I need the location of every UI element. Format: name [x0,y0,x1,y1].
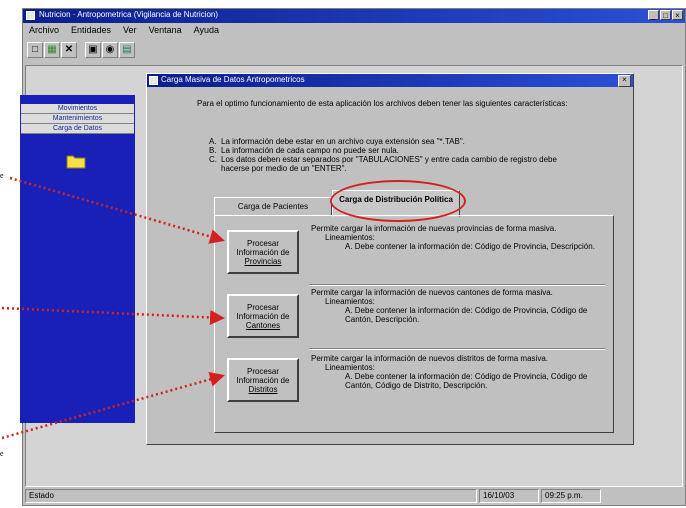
arrow-to-provincias [9,176,225,244]
arrow-to-cantones [1,306,225,325]
arrow-to-distritos [1,372,225,440]
annotation-arrows [1,176,225,440]
